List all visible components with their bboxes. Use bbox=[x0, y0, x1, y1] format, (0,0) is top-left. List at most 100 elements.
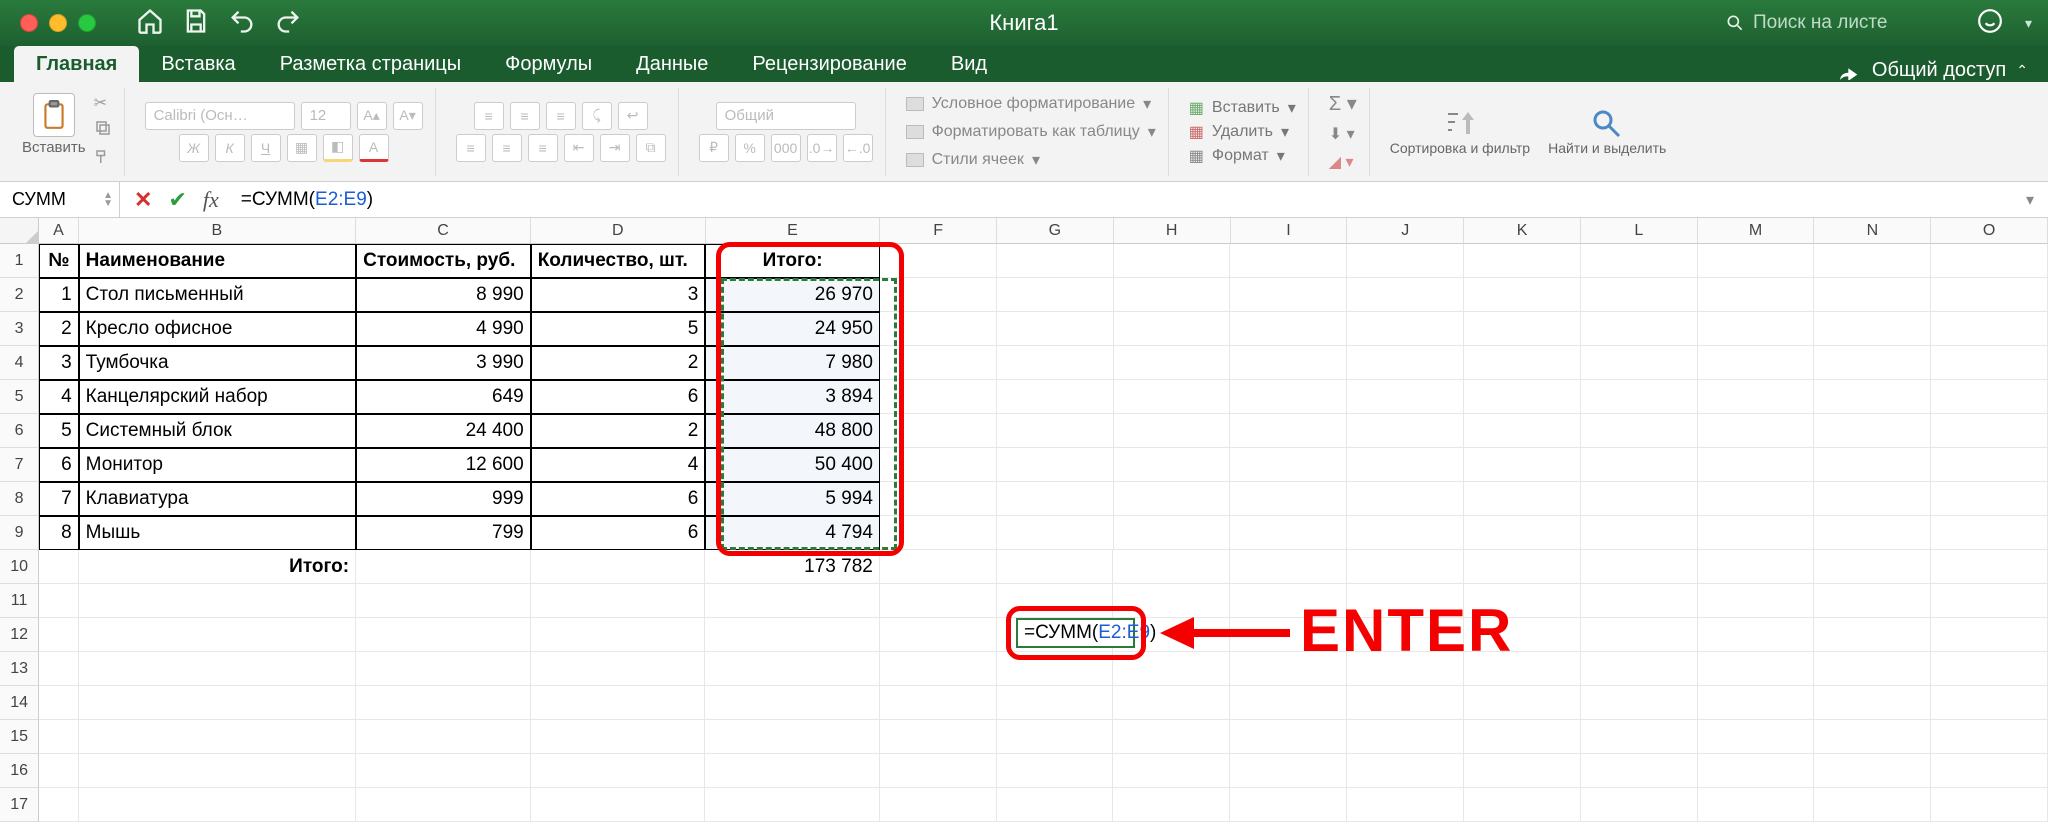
cell[interactable]: 6 bbox=[531, 482, 706, 516]
cell[interactable]: 4 990 bbox=[356, 312, 531, 346]
cell[interactable] bbox=[880, 482, 997, 516]
cell[interactable] bbox=[79, 652, 356, 686]
cell[interactable] bbox=[1464, 754, 1581, 788]
cell[interactable] bbox=[79, 618, 356, 652]
col-header-M[interactable]: M bbox=[1698, 218, 1815, 244]
cell[interactable] bbox=[1698, 720, 1815, 754]
cell[interactable] bbox=[39, 618, 78, 652]
col-header-H[interactable]: H bbox=[1114, 218, 1231, 244]
row-header[interactable]: 16 bbox=[0, 754, 39, 788]
cell[interactable] bbox=[356, 550, 531, 584]
cell[interactable] bbox=[1581, 346, 1698, 380]
cell[interactable] bbox=[1113, 720, 1230, 754]
cell[interactable] bbox=[356, 652, 531, 686]
cell[interactable]: 6 bbox=[531, 380, 706, 414]
cell[interactable] bbox=[1931, 652, 2048, 686]
row-header[interactable]: 11 bbox=[0, 584, 39, 618]
select-all-corner[interactable] bbox=[0, 218, 39, 244]
cell[interactable] bbox=[997, 550, 1114, 584]
cell[interactable] bbox=[531, 754, 706, 788]
cell[interactable] bbox=[880, 652, 997, 686]
row-header[interactable]: 2 bbox=[0, 278, 39, 312]
col-header-E[interactable]: E bbox=[706, 218, 881, 244]
cell[interactable] bbox=[1698, 516, 1815, 550]
cell[interactable] bbox=[1113, 754, 1230, 788]
cancel-formula-button[interactable]: ✕ bbox=[134, 187, 152, 213]
cell[interactable] bbox=[1114, 346, 1231, 380]
cell[interactable] bbox=[1931, 448, 2048, 482]
cell[interactable] bbox=[1464, 482, 1581, 516]
cell[interactable] bbox=[1113, 652, 1230, 686]
cell[interactable] bbox=[1114, 312, 1231, 346]
col-header-C[interactable]: C bbox=[356, 218, 531, 244]
cell[interactable] bbox=[39, 584, 78, 618]
chevron-down-icon[interactable]: ▾ bbox=[2025, 15, 2048, 32]
cell[interactable] bbox=[1230, 754, 1347, 788]
cell[interactable]: Итого: bbox=[705, 244, 880, 278]
cell[interactable] bbox=[1347, 244, 1464, 278]
align-left-button[interactable]: ≡ bbox=[456, 134, 486, 162]
row-header[interactable]: 8 bbox=[0, 482, 39, 516]
decrease-decimal-button[interactable]: ←.0 bbox=[843, 134, 873, 162]
cell[interactable] bbox=[1230, 448, 1347, 482]
tab-insert[interactable]: Вставка bbox=[139, 46, 257, 82]
cell[interactable] bbox=[1698, 312, 1815, 346]
cell[interactable] bbox=[1814, 482, 1931, 516]
cell[interactable] bbox=[1814, 584, 1931, 618]
cell[interactable] bbox=[1581, 584, 1698, 618]
cell[interactable] bbox=[1931, 550, 2048, 584]
col-header-J[interactable]: J bbox=[1347, 218, 1464, 244]
cell[interactable] bbox=[1581, 448, 1698, 482]
cell[interactable] bbox=[880, 244, 997, 278]
cell[interactable]: Канцелярский набор bbox=[79, 380, 356, 414]
cell[interactable] bbox=[1581, 686, 1698, 720]
cell[interactable] bbox=[1230, 720, 1347, 754]
row-header[interactable]: 6 bbox=[0, 414, 39, 448]
number-format-select[interactable]: Общий bbox=[716, 102, 856, 130]
increase-indent-button[interactable]: ⇥ bbox=[600, 134, 630, 162]
cell[interactable]: 50 400 bbox=[705, 448, 880, 482]
row-header[interactable]: 9 bbox=[0, 516, 39, 550]
cell[interactable] bbox=[531, 584, 706, 618]
font-size-select[interactable]: 12 bbox=[301, 102, 351, 130]
cell[interactable] bbox=[1814, 754, 1931, 788]
cell[interactable] bbox=[1464, 516, 1581, 550]
cell[interactable]: 2 bbox=[531, 346, 706, 380]
align-center-button[interactable]: ≡ bbox=[492, 134, 522, 162]
row-header[interactable]: 12 bbox=[0, 618, 39, 652]
save-icon[interactable] bbox=[182, 7, 210, 40]
cell[interactable] bbox=[1347, 346, 1464, 380]
cell[interactable] bbox=[1347, 380, 1464, 414]
cell[interactable] bbox=[1814, 278, 1931, 312]
cell[interactable] bbox=[1464, 550, 1581, 584]
italic-button[interactable]: К bbox=[215, 134, 245, 162]
cell[interactable] bbox=[1814, 380, 1931, 414]
cell[interactable] bbox=[880, 584, 997, 618]
cell[interactable] bbox=[1814, 618, 1931, 652]
cell[interactable]: 24 400 bbox=[356, 414, 531, 448]
align-bottom-button[interactable]: ≡ bbox=[546, 102, 576, 130]
cell[interactable]: 5 bbox=[531, 312, 706, 346]
cell[interactable] bbox=[997, 244, 1114, 278]
cell[interactable] bbox=[531, 652, 706, 686]
cell[interactable]: 1 bbox=[39, 278, 78, 312]
delete-cells-button[interactable]: ▦Удалить ▾ bbox=[1189, 122, 1289, 142]
font-color-button[interactable]: A bbox=[359, 134, 389, 162]
cell[interactable] bbox=[880, 414, 997, 448]
cell[interactable] bbox=[997, 448, 1114, 482]
col-header-F[interactable]: F bbox=[880, 218, 997, 244]
cell[interactable] bbox=[356, 686, 531, 720]
tab-page-layout[interactable]: Разметка страницы bbox=[258, 46, 483, 82]
col-header-K[interactable]: K bbox=[1464, 218, 1581, 244]
cell[interactable] bbox=[1931, 312, 2048, 346]
cell[interactable] bbox=[1114, 448, 1231, 482]
cell[interactable] bbox=[1698, 550, 1815, 584]
cell[interactable] bbox=[1931, 720, 2048, 754]
cell[interactable] bbox=[1814, 652, 1931, 686]
cell[interactable] bbox=[1347, 788, 1464, 822]
cell[interactable] bbox=[1814, 550, 1931, 584]
cell[interactable] bbox=[705, 686, 880, 720]
cell[interactable] bbox=[880, 550, 997, 584]
row-header[interactable]: 15 bbox=[0, 720, 39, 754]
wrap-text-button[interactable]: ↩ bbox=[618, 102, 648, 130]
